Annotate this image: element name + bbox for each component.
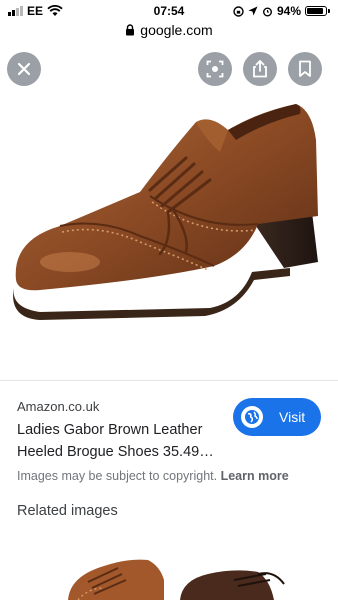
related-shoe-image [174, 540, 330, 600]
close-icon [17, 62, 31, 76]
status-bar: EE 07:54 94% [0, 0, 338, 20]
copyright-notice: Images may be subject to copyright. Lear… [17, 469, 289, 483]
bookmark-button[interactable] [288, 52, 322, 86]
battery-icon [305, 6, 327, 16]
location-icon [248, 6, 258, 16]
battery-tip [328, 9, 330, 13]
copyright-text: Images may be subject to copyright. [17, 469, 218, 483]
globe-icon [241, 406, 263, 428]
visit-button[interactable]: Visit [233, 398, 321, 436]
lens-button[interactable] [198, 52, 232, 86]
bookmark-icon [299, 60, 311, 77]
learn-more-link[interactable]: Learn more [221, 469, 289, 483]
related-images-heading: Related images [17, 503, 118, 519]
close-button[interactable] [7, 52, 41, 86]
source-site[interactable]: Amazon.co.uk [17, 399, 99, 414]
alarm-icon [262, 7, 272, 16]
battery-percent: 94% [276, 4, 301, 18]
share-icon [253, 60, 267, 78]
battery-fill [307, 8, 323, 14]
status-right: 94% [233, 4, 330, 18]
result-title[interactable]: Ladies Gabor Brown Leather Heeled Brogue… [17, 419, 237, 463]
related-thumbnail[interactable] [8, 540, 164, 600]
url-bar[interactable]: google.com [0, 20, 338, 40]
orientation-lock-icon [233, 5, 244, 17]
visit-label: Visit [279, 409, 306, 425]
lens-icon [206, 60, 224, 78]
lock-icon [126, 24, 135, 36]
url-text: google.com [140, 22, 213, 38]
related-shoe-image [8, 540, 164, 600]
shoe-image [13, 104, 318, 320]
related-thumbnail[interactable] [174, 540, 330, 600]
share-button[interactable] [243, 52, 277, 86]
image-viewer [0, 40, 338, 381]
